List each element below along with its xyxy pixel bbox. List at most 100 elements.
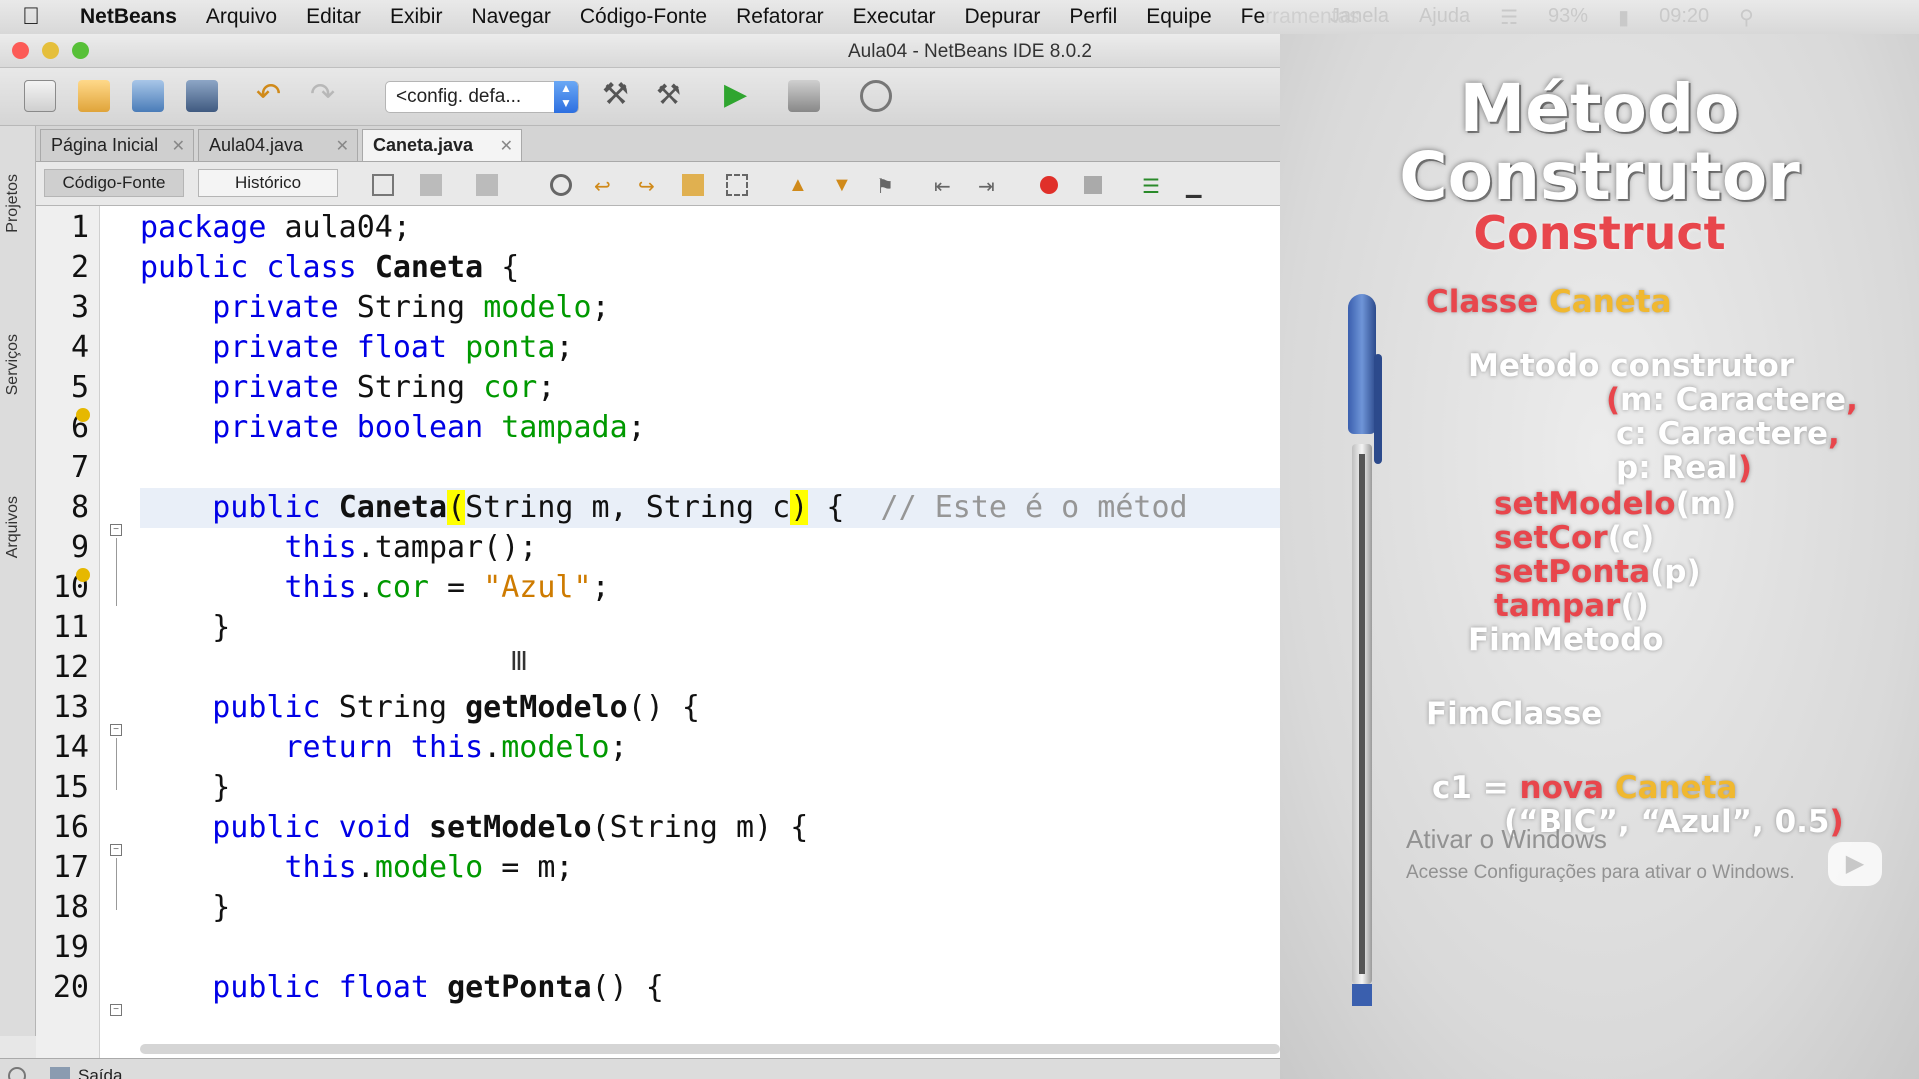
clean-build-icon[interactable]: ⚒ bbox=[656, 80, 688, 112]
fold-toggle-icon[interactable]: − bbox=[110, 1004, 122, 1016]
toggle-rect-select-icon[interactable] bbox=[726, 174, 748, 196]
redo-icon[interactable]: ↷ bbox=[310, 80, 342, 112]
overlay-param: p: Real bbox=[1616, 450, 1738, 486]
side-tab-servicos[interactable]: Serviços bbox=[4, 334, 22, 395]
side-tab-projetos[interactable]: Projetos bbox=[4, 174, 22, 233]
menu-app-name[interactable]: NetBeans bbox=[80, 5, 177, 29]
overlay-punct: ) bbox=[1737, 450, 1752, 486]
overlay-arg: (m) bbox=[1675, 486, 1737, 522]
back-icon[interactable] bbox=[420, 174, 442, 196]
chevron-updown-icon: ▲ ▼ bbox=[554, 81, 578, 113]
undo-icon[interactable]: ↶ bbox=[256, 80, 288, 112]
stop-macro-icon[interactable] bbox=[1084, 176, 1102, 194]
find-next-icon[interactable]: ↪ bbox=[638, 174, 660, 198]
find-icon[interactable] bbox=[550, 174, 572, 196]
bracket-match: ) bbox=[790, 490, 809, 525]
menu-depurar[interactable]: Depurar bbox=[965, 5, 1041, 29]
menu-codigo-fonte[interactable]: Código-Fonte bbox=[580, 5, 707, 29]
fold-toggle-icon[interactable]: − bbox=[110, 524, 122, 536]
forward-icon[interactable] bbox=[476, 174, 498, 196]
clock[interactable]: 09:20 bbox=[1659, 5, 1709, 30]
new-file-icon[interactable] bbox=[24, 80, 56, 112]
apple-icon[interactable]:  bbox=[22, 3, 62, 31]
run-icon[interactable]: ▶ bbox=[724, 80, 756, 112]
line-number: 5 bbox=[70, 370, 89, 405]
menu-navegar[interactable]: Navegar bbox=[471, 5, 550, 29]
punct: ; bbox=[537, 370, 556, 405]
string-literal: "Azul" bbox=[483, 570, 592, 605]
history-view-button[interactable]: Histórico bbox=[198, 169, 338, 197]
overlay-call: setCor bbox=[1494, 520, 1608, 556]
new-project-icon[interactable] bbox=[78, 80, 110, 112]
close-icon[interactable]: ✕ bbox=[336, 136, 349, 156]
config-select[interactable]: <config. defa... ▲ ▼ bbox=[385, 81, 579, 113]
punct: = bbox=[429, 570, 484, 605]
line-number: 2 bbox=[70, 250, 89, 285]
play-icon[interactable]: ▶ bbox=[1828, 842, 1882, 886]
pen-end-plug bbox=[1352, 984, 1372, 1006]
shift-right-icon[interactable]: ⇥ bbox=[978, 174, 1000, 198]
menu-arquivo[interactable]: Arquivo bbox=[206, 5, 277, 29]
close-icon[interactable]: ✕ bbox=[172, 136, 185, 156]
wifi-icon[interactable]: ☴ bbox=[1500, 5, 1518, 30]
battery-icon[interactable]: ▮ bbox=[1618, 5, 1629, 30]
build-hammer-icon[interactable]: ⚒ bbox=[602, 80, 634, 112]
fold-toggle-icon[interactable]: − bbox=[110, 724, 122, 736]
save-all-icon[interactable] bbox=[186, 80, 218, 112]
last-edit-icon[interactable] bbox=[372, 174, 394, 196]
next-bookmark-icon[interactable]: ▼ bbox=[832, 174, 854, 196]
code-editor[interactable]: 1 2 3 4 5 6 7 8 9 10 11 12 13 14 15 16 1… bbox=[36, 206, 1280, 1058]
uncomment-icon[interactable]: ▁ bbox=[1186, 174, 1208, 198]
debug-icon[interactable] bbox=[788, 80, 820, 112]
line-number: 9 bbox=[70, 530, 89, 565]
find-previous-icon[interactable]: ↩ bbox=[594, 174, 616, 198]
overlay-param-1: (m: Caractere, bbox=[1606, 382, 1858, 418]
overlay-class-name: Caneta bbox=[1549, 284, 1672, 320]
horizontal-scrollbar[interactable] bbox=[140, 1044, 1280, 1054]
code-line-17: this.modelo = m; bbox=[140, 848, 574, 888]
punct: ; bbox=[555, 330, 574, 365]
line-number: 14 bbox=[52, 730, 89, 765]
warning-icon[interactable] bbox=[76, 408, 90, 422]
field: modelo bbox=[501, 730, 610, 765]
open-project-icon[interactable] bbox=[132, 80, 164, 112]
menu-refatorar[interactable]: Refatorar bbox=[736, 5, 824, 29]
toggle-highlight-icon[interactable] bbox=[682, 174, 704, 196]
output-tab-label[interactable]: Saída bbox=[78, 1066, 122, 1079]
params: String m, String c bbox=[465, 490, 791, 525]
fold-toggle-icon[interactable]: − bbox=[110, 844, 122, 856]
line-number: 15 bbox=[52, 770, 89, 805]
fold-guide bbox=[116, 738, 117, 790]
source-view-button[interactable]: Código-Fonte bbox=[44, 169, 184, 197]
tab-pagina-inicial[interactable]: Página Inicial ✕ bbox=[40, 129, 194, 161]
menu-janela[interactable]: Janela bbox=[1330, 5, 1389, 30]
pen-ink-tube bbox=[1359, 454, 1365, 974]
toggle-bookmark-icon[interactable]: ⚑ bbox=[876, 174, 898, 198]
code-line-1: package aula04; bbox=[140, 208, 411, 248]
side-tab-arquivos[interactable]: Arquivos bbox=[4, 496, 22, 558]
overlay-arg: (p) bbox=[1650, 554, 1701, 590]
tab-aula04-java[interactable]: Aula04.java ✕ bbox=[198, 129, 358, 161]
overlay-tampar: tampar() bbox=[1494, 588, 1649, 624]
tab-caneta-java[interactable]: Caneta.java ✕ bbox=[362, 129, 522, 161]
previous-bookmark-icon[interactable]: ▲ bbox=[788, 174, 810, 196]
type: String bbox=[356, 290, 484, 325]
close-icon[interactable]: ✕ bbox=[500, 136, 513, 156]
menu-perfil[interactable]: Perfil bbox=[1069, 5, 1117, 29]
shift-left-icon[interactable]: ⇤ bbox=[934, 174, 956, 198]
menu-exibir[interactable]: Exibir bbox=[390, 5, 443, 29]
menu-ajuda[interactable]: Ajuda bbox=[1419, 5, 1470, 30]
output-window-icon[interactable] bbox=[8, 1067, 26, 1079]
warning-icon[interactable] bbox=[76, 568, 90, 582]
profile-icon[interactable] bbox=[860, 80, 892, 112]
start-macro-icon[interactable] bbox=[1040, 176, 1058, 194]
keyword: this bbox=[284, 570, 357, 605]
overlay-punct: , bbox=[1846, 382, 1858, 418]
search-icon[interactable]: ⚲ bbox=[1739, 5, 1754, 30]
keyword: private bbox=[212, 370, 357, 405]
menu-editar[interactable]: Editar bbox=[306, 5, 361, 29]
comment-icon[interactable]: ☰ bbox=[1142, 174, 1164, 198]
menu-equipe[interactable]: Equipe bbox=[1146, 5, 1211, 29]
method-name: getModelo bbox=[465, 690, 628, 725]
menu-executar[interactable]: Executar bbox=[853, 5, 936, 29]
